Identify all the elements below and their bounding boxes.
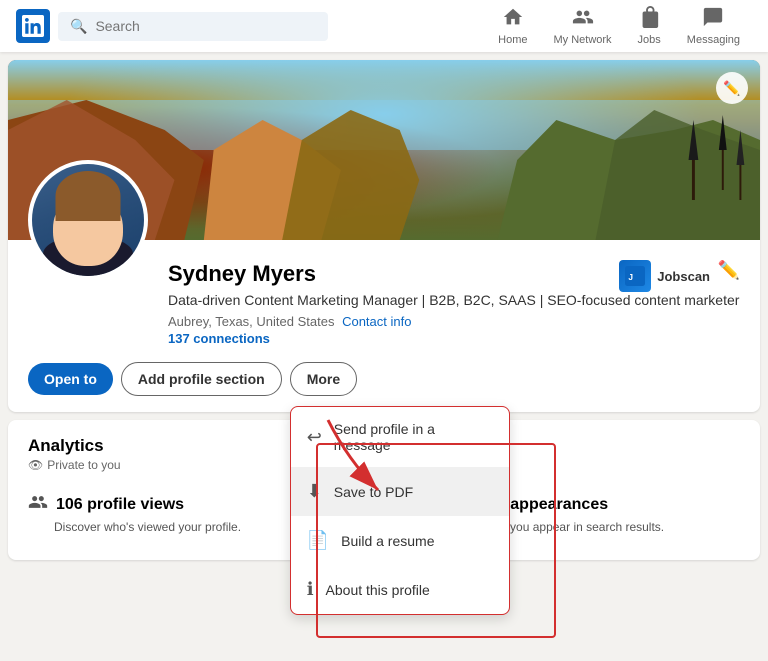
search-icon: 🔍 <box>70 18 87 35</box>
save-pdf-label: Save to PDF <box>334 484 413 500</box>
svg-text:J: J <box>629 272 634 282</box>
search-bar[interactable]: 🔍 <box>58 12 328 41</box>
network-icon <box>572 6 594 32</box>
company-name: Jobscan <box>657 269 710 284</box>
profile-location: Aubrey, Texas, United States Contact inf… <box>168 314 740 329</box>
dropdown-save-pdf[interactable]: ⬇ Save to PDF <box>291 467 509 516</box>
open-to-button[interactable]: Open to <box>28 363 113 395</box>
linkedin-logo-icon <box>22 15 44 37</box>
network-label: My Network <box>553 34 611 46</box>
more-button-container: More ↩ Send profile in a message ⬇ Save … <box>290 362 357 396</box>
profile-views-icon <box>28 492 48 517</box>
build-resume-label: Build a resume <box>341 533 434 549</box>
jobscan-logo-icon: J <box>625 266 645 286</box>
send-profile-label: Send profile in a message <box>334 421 493 453</box>
linkedin-logo[interactable] <box>16 9 50 43</box>
avatar-image <box>32 164 144 276</box>
save-pdf-icon: ⬇ <box>307 481 322 502</box>
profile-edit-button[interactable]: ✏️ <box>714 256 744 285</box>
jobs-label: Jobs <box>638 34 661 46</box>
dropdown-menu: ↩ Send profile in a message ⬇ Save to PD… <box>290 406 510 615</box>
dropdown-about-profile[interactable]: ℹ About this profile <box>291 565 509 614</box>
company-badge[interactable]: J Jobscan <box>619 260 710 292</box>
about-profile-label: About this profile <box>326 582 430 598</box>
dropdown-build-resume[interactable]: 📄 Build a resume <box>291 516 509 565</box>
jobs-icon <box>638 6 660 32</box>
profile-avatar <box>28 160 148 280</box>
build-resume-icon: 📄 <box>307 530 329 551</box>
company-logo: J <box>619 260 651 292</box>
more-button[interactable]: More <box>290 362 357 396</box>
add-profile-section-button[interactable]: Add profile section <box>121 362 282 396</box>
home-label: Home <box>498 34 527 46</box>
search-input[interactable] <box>95 18 316 34</box>
home-icon <box>502 6 524 32</box>
profile-views-count: 106 profile views <box>56 496 184 514</box>
about-profile-icon: ℹ <box>307 579 314 600</box>
avatar-face <box>53 191 123 266</box>
send-profile-icon: ↩ <box>307 427 322 448</box>
profile-card: ✏️ ✏️ J Jobscan Sydney Myers Data-driven… <box>8 60 760 412</box>
messaging-label: Messaging <box>687 34 740 46</box>
nav-messaging[interactable]: Messaging <box>675 2 752 50</box>
contact-info-link[interactable]: Contact info <box>342 314 411 329</box>
profile-actions: Open to Add profile section More ↩ Send … <box>8 362 760 412</box>
dropdown-send-profile[interactable]: ↩ Send profile in a message <box>291 407 509 467</box>
nav-jobs[interactable]: Jobs <box>626 2 673 50</box>
banner-edit-button[interactable]: ✏️ <box>716 72 748 104</box>
eye-icon: 👁 <box>28 458 43 472</box>
nav-home[interactable]: Home <box>486 2 539 50</box>
nav-items: Home My Network Jobs Messaging <box>486 2 752 50</box>
nav-network[interactable]: My Network <box>541 2 623 50</box>
navbar: 🔍 Home My Network Jobs Messaging <box>0 0 768 52</box>
messaging-icon <box>702 6 724 32</box>
profile-connections[interactable]: 137 connections <box>168 331 740 346</box>
profile-headline: Data-driven Content Marketing Manager | … <box>168 291 740 311</box>
